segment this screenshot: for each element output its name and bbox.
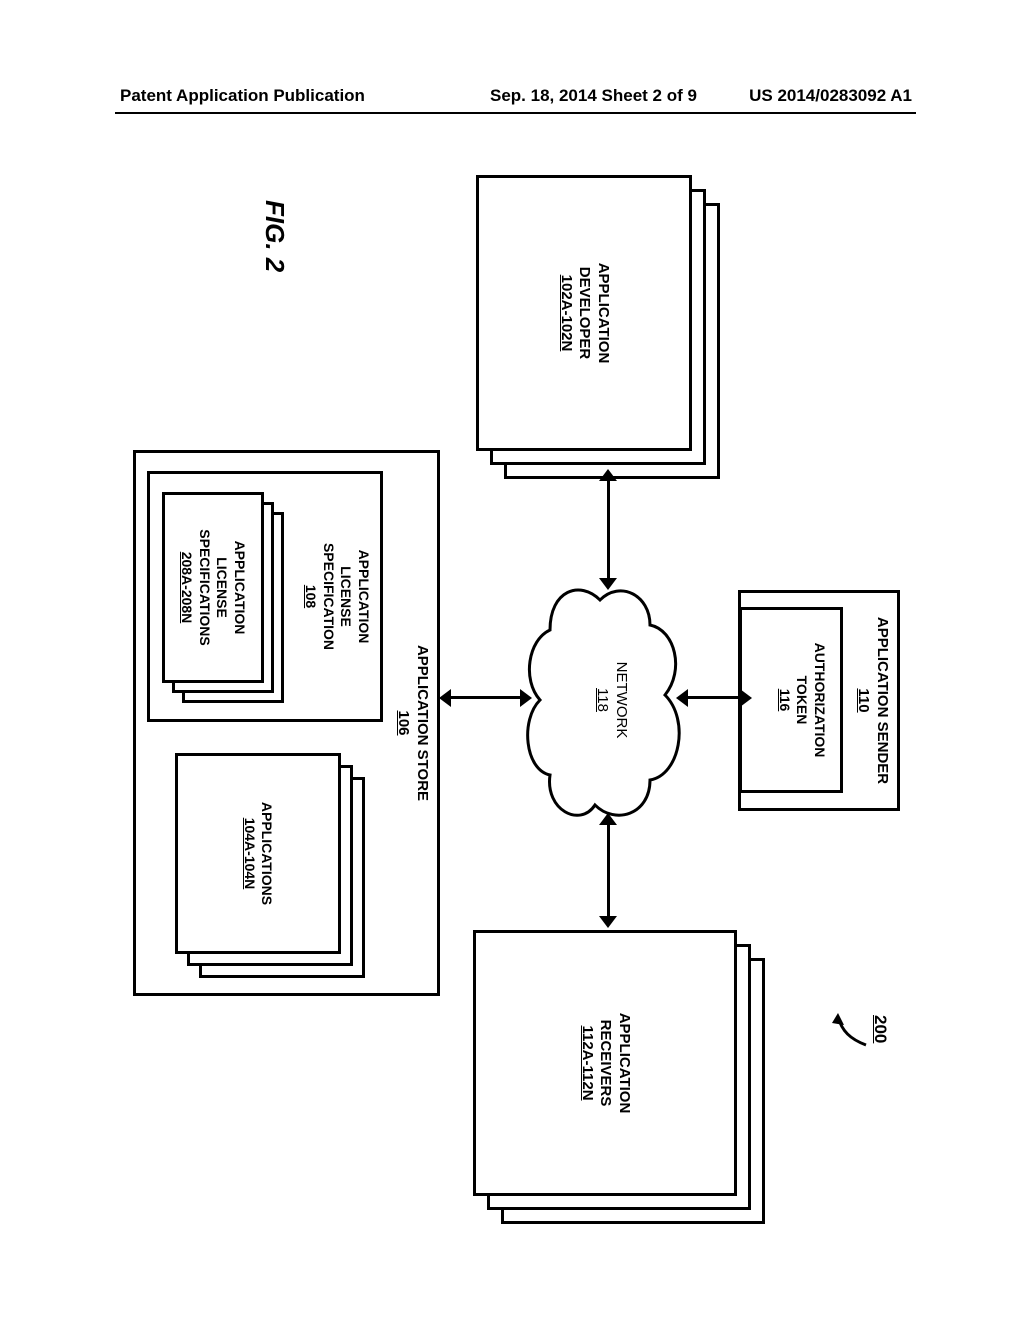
arrow-store-network [447,696,525,699]
figure-area: 200 APPLICATION SENDER 110 AUTHORIZATION… [115,160,910,1240]
store-title: APPLICATION STORE [412,453,431,993]
arrow-recv-network [607,820,610,920]
network-title: NETWORK [611,570,630,830]
arrowhead-icon [599,916,617,928]
receivers-num: 112A-112N [577,933,596,1193]
developer-title: APPLICATIONDEVELOPER [575,178,613,448]
applications-title: APPLICATIONS [258,756,276,951]
arrowhead-icon [740,689,752,707]
arrow-dev-network [607,476,610,582]
header-left: Patent Application Publication [120,86,365,106]
store-num: 106 [394,453,413,993]
arrowhead-icon [520,689,532,707]
header-mid: Sep. 18, 2014 Sheet 2 of 9 [490,86,697,106]
auth-token-num: 116 [776,610,794,790]
developer-box: APPLICATIONDEVELOPER 102A-102N [476,175,692,451]
license-spec-outer-num: 108 [302,474,320,719]
arrowhead-icon [676,689,688,707]
applications-stack: APPLICATIONS 104A-104N [175,753,365,978]
license-spec-outer: APPLICATIONLICENSESPECIFICATION 108 APPL… [147,471,383,722]
license-spec-inner-stack: APPLICATIONLICENSESPECIFICATIONS 208A-20… [166,492,284,702]
arrowhead-icon [599,578,617,590]
developer-num: 102A-102N [556,178,575,448]
arrowhead-icon [599,469,617,481]
applications-num: 104A-104N [241,756,259,951]
auth-token-box: AUTHORIZATIONTOKEN 116 [739,607,843,793]
application-store-box: APPLICATION STORE 106 APPLICATIONLICENSE… [133,450,440,996]
network-num: 118 [593,570,612,830]
license-spec-outer-title: APPLICATIONLICENSESPECIFICATION [320,474,373,719]
receivers-box: APPLICATIONRECEIVERS 112A-112N [473,930,737,1196]
header-rule [115,112,916,114]
receivers-title: APPLICATIONRECEIVERS [596,933,634,1193]
page: Patent Application Publication Sep. 18, … [0,0,1024,1320]
application-sender-box: APPLICATION SENDER 110 AUTHORIZATIONTOKE… [738,590,900,811]
app-sender-num: 110 [854,593,873,808]
figure-caption: FIG. 2 [259,200,290,272]
receivers-stack: APPLICATIONRECEIVERS 112A-112N [477,930,765,1230]
network-label: NETWORK 118 [593,570,631,830]
arrow-sender-network [684,696,747,699]
arrowhead-icon [439,689,451,707]
page-header: Patent Application Publication Sep. 18, … [120,86,912,106]
license-spec-inner-box: APPLICATIONLICENSESPECIFICATIONS 208A-20… [162,492,264,683]
developer-stack: APPLICATIONDEVELOPER 102A-102N [480,175,720,475]
network-cloud: NETWORK 118 [520,570,690,830]
system-ref: 200 [870,1015,890,1043]
license-spec-inner-title: APPLICATIONLICENSESPECIFICATIONS [196,495,249,680]
figure-stage: 200 APPLICATION SENDER 110 AUTHORIZATION… [115,160,910,1240]
license-spec-inner-num: 208A-208N [178,495,196,680]
app-sender-title: APPLICATION SENDER [872,593,891,808]
auth-token-title: AUTHORIZATIONTOKEN [793,610,828,790]
header-right: US 2014/0283092 A1 [749,86,912,106]
arrowhead-icon [599,813,617,825]
applications-box: APPLICATIONS 104A-104N [175,753,341,954]
ref-arrow-icon [828,1011,868,1055]
system-ref-num: 200 [870,1015,890,1043]
